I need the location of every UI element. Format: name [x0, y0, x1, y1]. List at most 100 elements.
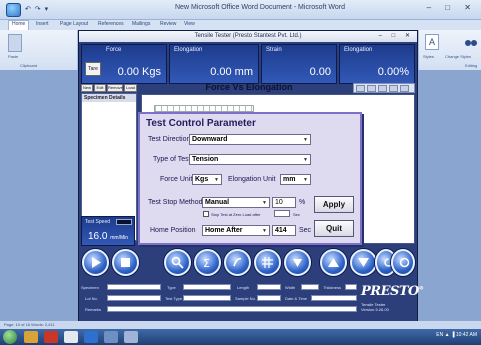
status-page-words: Page: 10 of 16 Words: 2,411 [4, 322, 55, 327]
zero-load-checkbox[interactable] [203, 211, 209, 217]
edit-specimen-button[interactable]: Edit [94, 84, 106, 92]
binoculars-icon[interactable] [465, 34, 477, 50]
chart-settings-icon[interactable] [400, 85, 409, 92]
system-tray[interactable]: EN ▲ ▐ 10:42 AM [436, 332, 477, 338]
test-direction-select[interactable]: Downward ▼ [189, 134, 311, 145]
stop-icon[interactable] [112, 249, 139, 276]
start-button[interactable] [3, 330, 17, 344]
word-taskbar-icon[interactable] [84, 331, 98, 343]
sample-no-field-label: Sample No. [235, 296, 256, 301]
force-unit-select[interactable]: Kgs ▼ [192, 174, 222, 185]
specimen-input[interactable] [107, 284, 161, 290]
app-window-buttons[interactable]: – □ ✕ [379, 32, 414, 39]
type-of-test-select[interactable]: Tension ▼ [189, 154, 311, 165]
presto-logo: PRESTO® [361, 284, 424, 299]
notepad-icon[interactable] [64, 331, 78, 343]
home-seconds-unit: Sec [299, 227, 312, 234]
test-speed-number: 16.0 [88, 231, 108, 242]
date-time-input[interactable] [311, 295, 357, 301]
test-speed-panel: Test Speed 16.0 mm/Min [81, 216, 135, 246]
up-icon[interactable] [320, 249, 347, 276]
ribbon-tab-page-layout[interactable]: Page Layout [60, 21, 88, 27]
word-window-title: New Microsoft Office Word Document - Mic… [175, 4, 345, 11]
browser-icon[interactable] [44, 331, 58, 343]
play-icon[interactable] [82, 249, 109, 276]
test-speed-indicator [116, 219, 132, 225]
type-of-test-value: Tension [192, 156, 219, 163]
elongation-readout: Elongation 0.00 mm [169, 44, 259, 84]
specimen-form: Specimen Type Length Width Thickness Lot… [79, 281, 424, 321]
chart-zoom-icon[interactable] [389, 85, 398, 92]
zoom-icon[interactable] [164, 249, 191, 276]
chart-axis-ruler [154, 105, 254, 112]
strain-label: Strain [266, 47, 282, 53]
apply-button[interactable]: Apply [314, 196, 354, 213]
width-field-label: Width [285, 285, 296, 290]
remove-specimen-button[interactable]: Remove [107, 84, 123, 92]
chart-toolbar [353, 83, 415, 93]
down-icon[interactable] [350, 249, 377, 276]
home-position-select[interactable]: Home After ▼ [202, 225, 270, 236]
chart-title: Force Vs Elongation [205, 82, 293, 92]
tester-app-taskbar-icon[interactable] [104, 331, 118, 343]
exit-icon[interactable] [391, 249, 415, 276]
remarks-input[interactable] [107, 306, 357, 312]
new-specimen-button[interactable]: New [81, 84, 93, 92]
chevron-down-icon: ▼ [303, 157, 308, 163]
paste-icon[interactable] [8, 34, 22, 52]
stop-value-input[interactable]: 10 [272, 197, 296, 208]
length-input[interactable] [257, 284, 281, 290]
lot-no-input[interactable] [107, 295, 161, 301]
down-arrow-icon[interactable] [284, 249, 311, 276]
test-speed-value: 16.0 mm/Min [88, 231, 128, 242]
sigma-icon[interactable]: Σ [194, 249, 221, 276]
force-unit-value: Kgs [195, 176, 209, 183]
ribbon-tab-view[interactable]: View [184, 21, 195, 27]
test-speed-label: Test Speed [85, 219, 111, 225]
zero-load-seconds-input[interactable] [274, 210, 290, 217]
elongation-unit-label: Elongation Unit [228, 176, 276, 183]
chart-print-icon[interactable] [378, 85, 387, 92]
grid-icon[interactable] [254, 249, 281, 276]
ribbon-tab-review[interactable]: Review [160, 21, 176, 27]
type-input[interactable] [183, 284, 231, 290]
test-stop-method-select[interactable]: Manual ▼ [202, 197, 270, 208]
test-type-input[interactable] [183, 295, 231, 301]
elongation-unit-select[interactable]: mm ▼ [280, 174, 311, 185]
load-specimen-button[interactable]: Load [124, 84, 137, 92]
specimen-toolbar: New Edit Remove Load [81, 84, 137, 92]
home-seconds-input[interactable]: 414 [272, 225, 296, 236]
zero-load-label: Stop Test at Zero Load after [211, 212, 261, 217]
app-window-title: Tensile Tester (Presto Stantest Pvt. Ltd… [194, 33, 302, 39]
test-type-field-label: Test Type [165, 296, 183, 301]
remarks-field-label: Remarks [85, 307, 102, 312]
action-button-row: Σ [79, 246, 417, 280]
ribbon-clipboard-group: Paste Clipboard [0, 30, 78, 70]
word-title-bar: ↶ ↷ ▾ New Microsoft Office Word Document… [0, 0, 481, 20]
paint-icon[interactable] [124, 331, 138, 343]
ribbon-tab-references[interactable]: References [98, 21, 124, 27]
quit-button[interactable]: Quit [314, 220, 354, 237]
ribbon-tabs: Home Insert Page Layout References Maili… [0, 20, 481, 30]
change-styles-label[interactable]: Change Styles [445, 54, 471, 59]
tare-button[interactable]: Tare [85, 62, 101, 76]
ribbon-tab-mailings[interactable]: Mailings [132, 21, 150, 27]
test-speed-unit: mm/Min [110, 235, 129, 241]
dialog-title: Test Control Parameter [146, 118, 256, 129]
chart-save-icon[interactable] [356, 85, 365, 92]
chevron-down-icon: ▼ [303, 137, 308, 143]
report-icon[interactable] [224, 249, 251, 276]
ribbon-tab-insert[interactable]: Insert [36, 21, 49, 27]
office-button[interactable] [6, 3, 21, 17]
ribbon-tab-home[interactable]: Home [8, 20, 30, 30]
chevron-down-icon: ▼ [303, 177, 308, 183]
word-window-buttons[interactable]: – □ ✕ [427, 3, 477, 12]
width-input[interactable] [301, 284, 319, 290]
folder-icon[interactable] [24, 331, 38, 343]
thickness-input[interactable] [345, 284, 357, 290]
test-control-parameter-dialog: Test Control Parameter Test Direction Do… [138, 112, 362, 245]
chart-copy-icon[interactable] [367, 85, 376, 92]
styles-icon[interactable]: A [425, 34, 439, 50]
sample-no-input[interactable] [257, 295, 281, 301]
quick-access-toolbar[interactable]: ↶ ↷ ▾ [25, 5, 49, 13]
